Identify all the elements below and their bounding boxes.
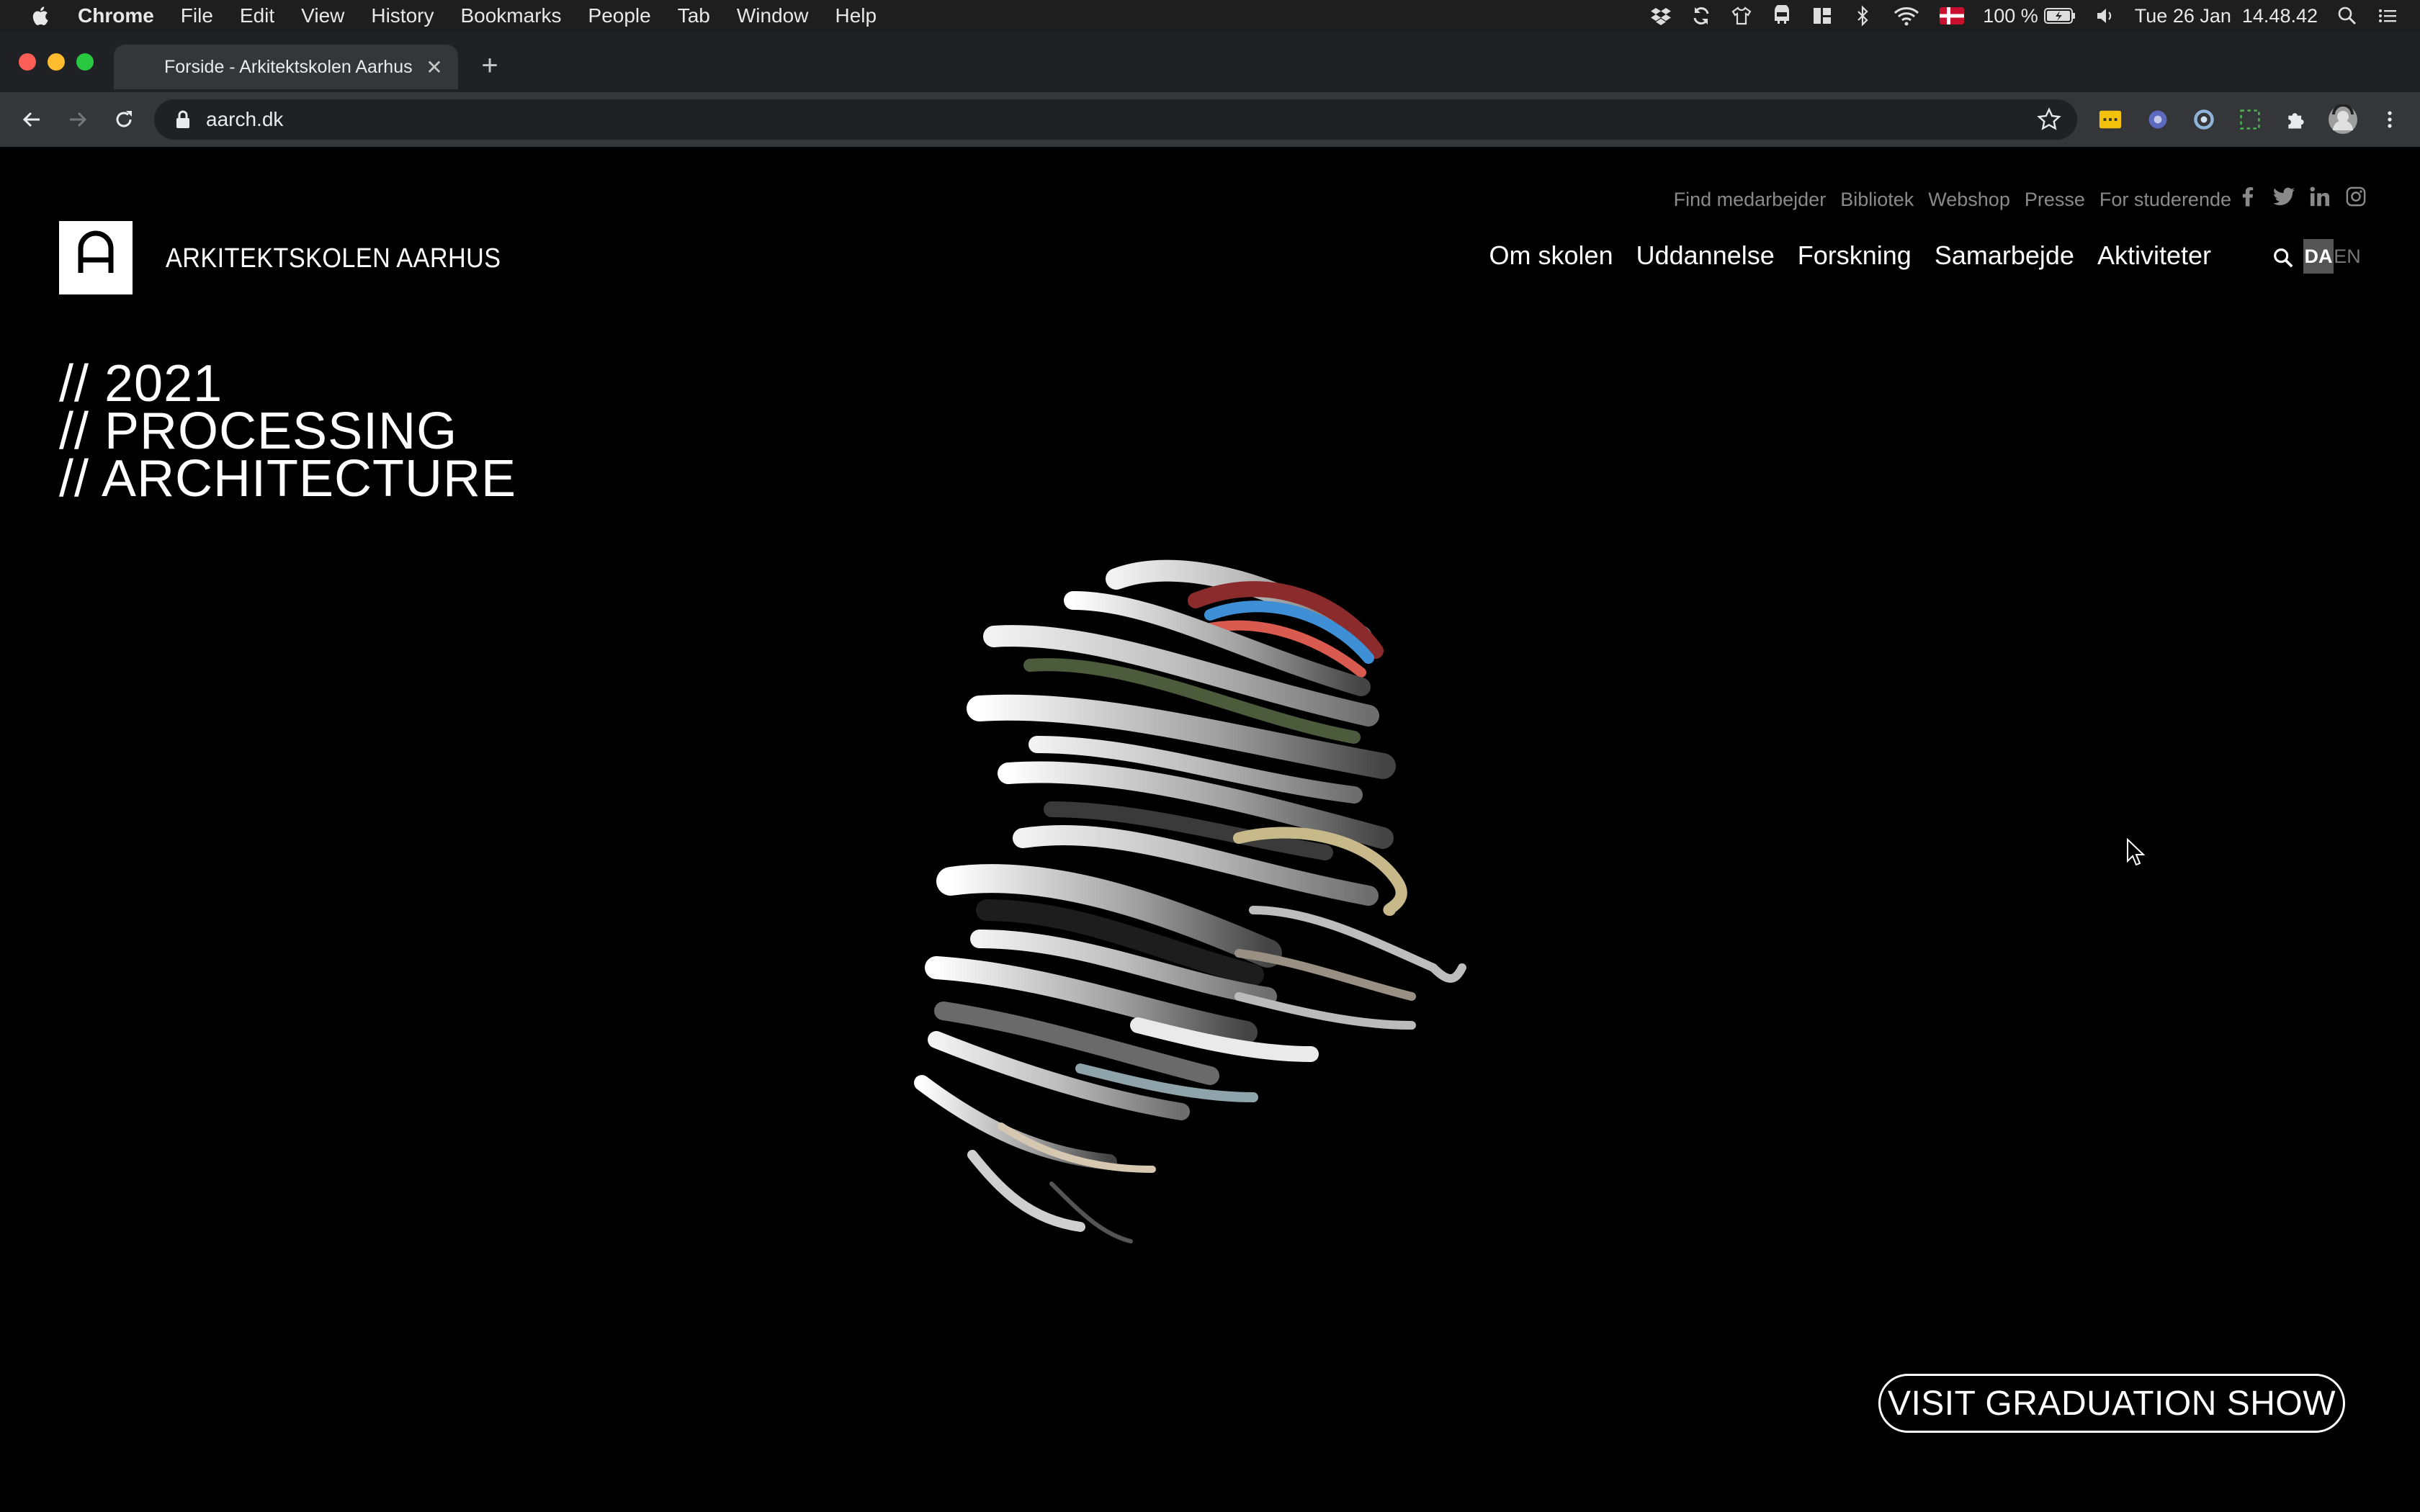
- language-switch: DA EN: [2303, 239, 2361, 274]
- utility-nav: Find medarbejder Bibliotek Webshop Press…: [1674, 189, 2231, 211]
- hero-headline: // 2021 // PROCESSING // ARCHITECTURE: [59, 355, 517, 508]
- tab-title: Forside - Arkitektskolen Aarhus: [164, 56, 413, 77]
- apple-icon[interactable]: [27, 3, 52, 29]
- headline-line-1: // 2021: [59, 355, 223, 413]
- menubar-clock[interactable]: Tue 26 Jan 14.48.42: [2135, 5, 2318, 27]
- menu-file[interactable]: File: [181, 4, 213, 27]
- nav-aktiviteter[interactable]: Aktiviteter: [2097, 240, 2211, 271]
- menu-bookmarks[interactable]: Bookmarks: [460, 4, 561, 27]
- util-link-webshop[interactable]: Webshop: [1928, 189, 2010, 211]
- drive-icon[interactable]: [1771, 5, 1793, 27]
- menu-view[interactable]: View: [301, 4, 344, 27]
- extension-dashed-icon[interactable]: [2237, 107, 2263, 132]
- window-close-button[interactable]: [19, 53, 36, 71]
- spotlight-icon[interactable]: [2336, 5, 2358, 27]
- nav-om-skolen[interactable]: Om skolen: [1489, 240, 1613, 271]
- site-name[interactable]: ARKITEKTSKOLEN AARHUS: [166, 243, 501, 274]
- search-icon[interactable]: [2269, 243, 2298, 272]
- linkedin-icon[interactable]: [2309, 184, 2331, 209]
- extension-blue-icon[interactable]: [2145, 107, 2171, 132]
- headline-line-2: // PROCESSING: [59, 402, 458, 460]
- facebook-icon[interactable]: [2237, 184, 2259, 209]
- layout-icon[interactable]: [1811, 5, 1833, 27]
- lang-da-button[interactable]: DA: [2303, 239, 2334, 274]
- address-bar[interactable]: aarch.dk: [154, 99, 2077, 140]
- back-arrow-icon[interactable]: [17, 105, 46, 134]
- web-page: ARKITEKTSKOLEN AARHUS Find medarbejder B…: [0, 147, 2420, 1512]
- notification-center-icon[interactable]: [2377, 5, 2398, 27]
- social-links: [2237, 184, 2367, 209]
- browser-toolbar: aarch.dk: [0, 92, 2420, 147]
- nav-uddannelse[interactable]: Uddannelse: [1636, 240, 1775, 271]
- util-link-for-studerende[interactable]: For studerende: [2099, 189, 2231, 211]
- forward-arrow-icon[interactable]: [63, 105, 92, 134]
- extension-ring-icon[interactable]: [2191, 107, 2217, 132]
- util-link-presse[interactable]: Presse: [2025, 189, 2085, 211]
- battery-percent: 100 %: [1983, 4, 2038, 27]
- battery-icon[interactable]: [2043, 5, 2076, 27]
- volume-icon[interactable]: [2094, 5, 2116, 27]
- browser-tab-active[interactable]: Forside - Arkitektskolen Aarhus ✕: [114, 45, 458, 89]
- new-tab-button[interactable]: +: [477, 51, 503, 80]
- macos-menubar: Chrome File Edit View History Bookmarks …: [0, 0, 2420, 32]
- visit-graduation-show-button[interactable]: VISIT GRADUATION SHOW: [1878, 1374, 2345, 1433]
- reload-icon[interactable]: [109, 105, 138, 134]
- puzzle-icon[interactable]: [2283, 107, 2309, 132]
- logo-a-icon: [78, 230, 114, 273]
- menu-window[interactable]: Window: [737, 4, 809, 27]
- sync-icon[interactable]: [1690, 5, 1712, 27]
- menu-app-name[interactable]: Chrome: [78, 4, 154, 27]
- util-link-bibliotek[interactable]: Bibliotek: [1840, 189, 1914, 211]
- main-nav: Om skolen Uddannelse Forskning Samarbejd…: [1489, 240, 2211, 271]
- nav-samarbejde[interactable]: Samarbejde: [1935, 240, 2074, 271]
- dropbox-icon[interactable]: [1650, 5, 1672, 27]
- bluetooth-icon[interactable]: [1852, 5, 1873, 27]
- lang-en-button[interactable]: EN: [2334, 239, 2361, 274]
- instagram-icon[interactable]: [2345, 184, 2367, 209]
- menu-help[interactable]: Help: [835, 4, 877, 27]
- menu-edit[interactable]: Edit: [240, 4, 274, 27]
- nav-forskning[interactable]: Forskning: [1798, 240, 1912, 271]
- window-minimize-button[interactable]: [48, 53, 65, 71]
- profile-avatar[interactable]: [2328, 104, 2358, 135]
- window-zoom-button[interactable]: [76, 53, 94, 71]
- menu-people[interactable]: People: [588, 4, 651, 27]
- tab-close-icon[interactable]: ✕: [424, 56, 445, 78]
- flag-denmark-icon[interactable]: [1940, 5, 1965, 27]
- wifi-icon[interactable]: [1892, 5, 1921, 27]
- url-text[interactable]: aarch.dk: [206, 108, 2037, 131]
- util-link-find-medarbejder[interactable]: Find medarbejder: [1674, 189, 1827, 211]
- chrome-menu-icon[interactable]: [2377, 107, 2403, 132]
- headline-line-3: // ARCHITECTURE: [59, 450, 517, 508]
- menu-history[interactable]: History: [371, 4, 434, 27]
- extension-yellow-icon[interactable]: [2097, 107, 2123, 132]
- menu-tab[interactable]: Tab: [678, 4, 710, 27]
- menubar-status-area: 100 % Tue 26 Jan 14.48.42: [1650, 0, 2398, 32]
- lock-icon: [176, 110, 189, 128]
- mouse-cursor-icon: [2127, 838, 2145, 866]
- bookmark-star-icon[interactable]: [2037, 107, 2061, 132]
- hero-sculpture-image: [914, 559, 1466, 1243]
- site-logo[interactable]: [59, 221, 133, 294]
- twitter-icon[interactable]: [2273, 184, 2295, 209]
- shirt-icon[interactable]: [1731, 5, 1752, 27]
